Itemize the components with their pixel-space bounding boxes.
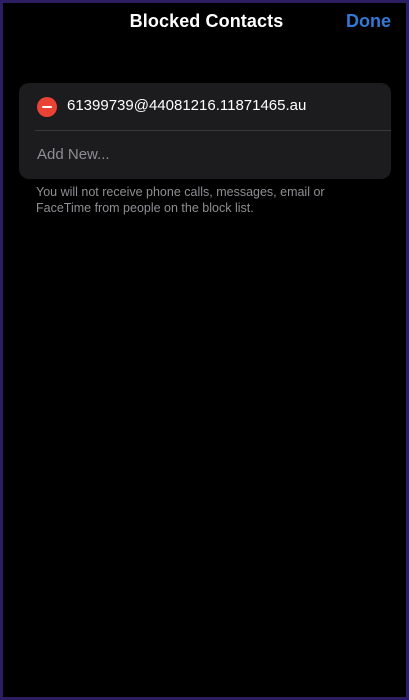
minus-circle-icon[interactable]: [37, 97, 57, 117]
add-new-row[interactable]: Add New...: [19, 131, 391, 178]
blocked-contact-row[interactable]: 61399739@44081216.11871465.au: [19, 83, 391, 130]
add-new-button[interactable]: Add New...: [37, 146, 110, 163]
block-list-footer-note: You will not receive phone calls, messag…: [36, 185, 325, 215]
blocked-contacts-screen: Blocked Contacts Done 61399739@44081216.…: [5, 3, 406, 697]
navigation-bar: Blocked Contacts Done: [5, 3, 406, 43]
blocked-contact-address: 61399739@44081216.11871465.au: [67, 97, 307, 114]
done-button[interactable]: Done: [346, 11, 391, 32]
blocked-contacts-list: 61399739@44081216.11871465.au Add New...: [19, 83, 391, 179]
device-frame: Blocked Contacts Done 61399739@44081216.…: [0, 0, 409, 700]
